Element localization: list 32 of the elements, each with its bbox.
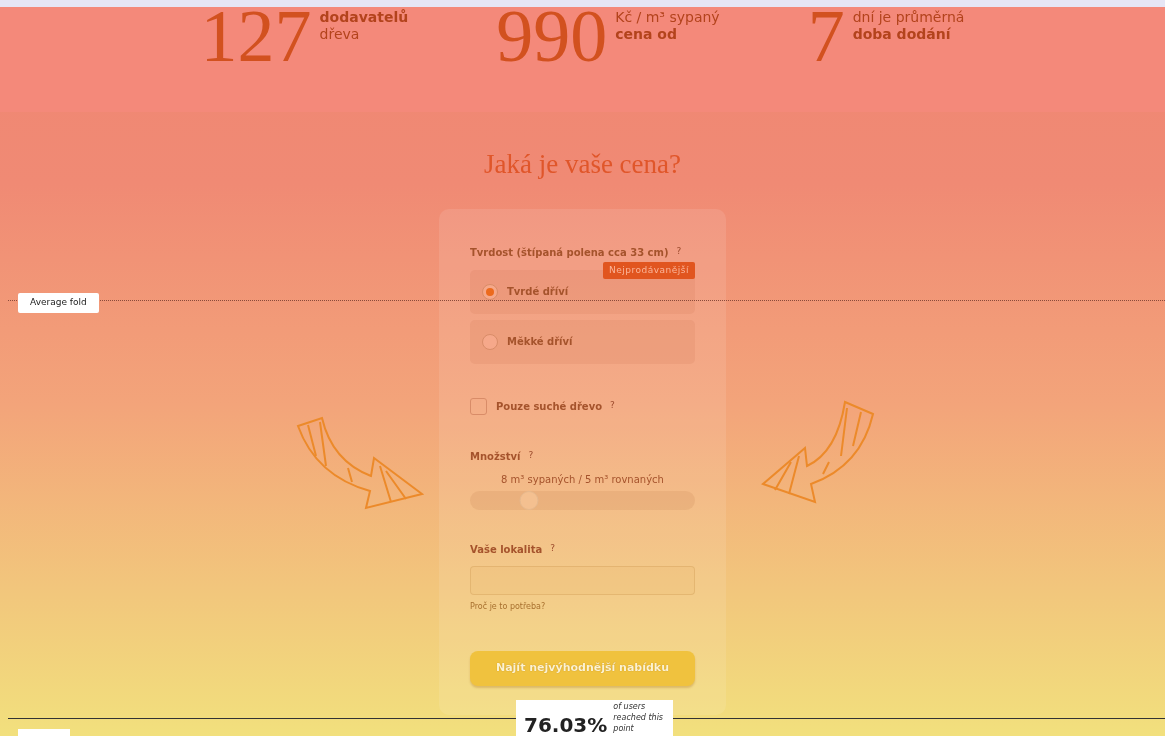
stat-number: 990 bbox=[496, 7, 608, 67]
stat-label: dodavatelů bbox=[319, 9, 409, 26]
fold-label: Average fold bbox=[18, 293, 99, 313]
field-label: Vaše lokalita bbox=[470, 542, 543, 557]
help-icon[interactable]: ? bbox=[610, 399, 615, 413]
help-icon[interactable]: ? bbox=[676, 245, 682, 259]
percent-text: 76.03% bbox=[524, 712, 608, 736]
stat-label: dřeva bbox=[319, 25, 361, 43]
stat-label: Kč / m³ sypaný bbox=[615, 9, 720, 26]
stat-number: 7 bbox=[807, 7, 845, 67]
help-link[interactable]: Proč je to potřeba? bbox=[470, 600, 695, 613]
field-label: Množství bbox=[470, 449, 521, 464]
bestseller-badge: Nejprodávanější bbox=[603, 261, 695, 279]
help-icon[interactable]: ? bbox=[528, 449, 534, 463]
curved-arrow-icon bbox=[760, 400, 875, 505]
stat-label: cena od bbox=[615, 25, 678, 43]
field-label: Tvrdost (štípaná polena cca 33 cm) bbox=[470, 245, 669, 260]
help-icon[interactable]: ? bbox=[550, 542, 556, 556]
curved-arrow-icon bbox=[296, 416, 426, 511]
quantity-reading: 8 m³ sypaných / 5 m³ rovnaných bbox=[500, 472, 665, 487]
radio-option[interactable]: Měkké dříví bbox=[470, 319, 695, 364]
checkbox[interactable] bbox=[470, 397, 487, 415]
option-label: Tvrdé dříví bbox=[507, 285, 569, 299]
stat-label: dní je průměrná bbox=[852, 9, 965, 26]
tooltip-note: of users reached this point bbox=[613, 702, 665, 735]
option-label: Měkké dříví bbox=[507, 335, 573, 349]
section-heading: Jaká je vaše cena? bbox=[482, 148, 683, 181]
radio-button[interactable] bbox=[482, 333, 498, 350]
stat-label: doba dodání bbox=[852, 25, 952, 43]
radio-button[interactable] bbox=[482, 283, 498, 300]
stat-number: 127 bbox=[200, 7, 312, 67]
checkbox-label: Pouze suché dřevo bbox=[496, 399, 603, 414]
